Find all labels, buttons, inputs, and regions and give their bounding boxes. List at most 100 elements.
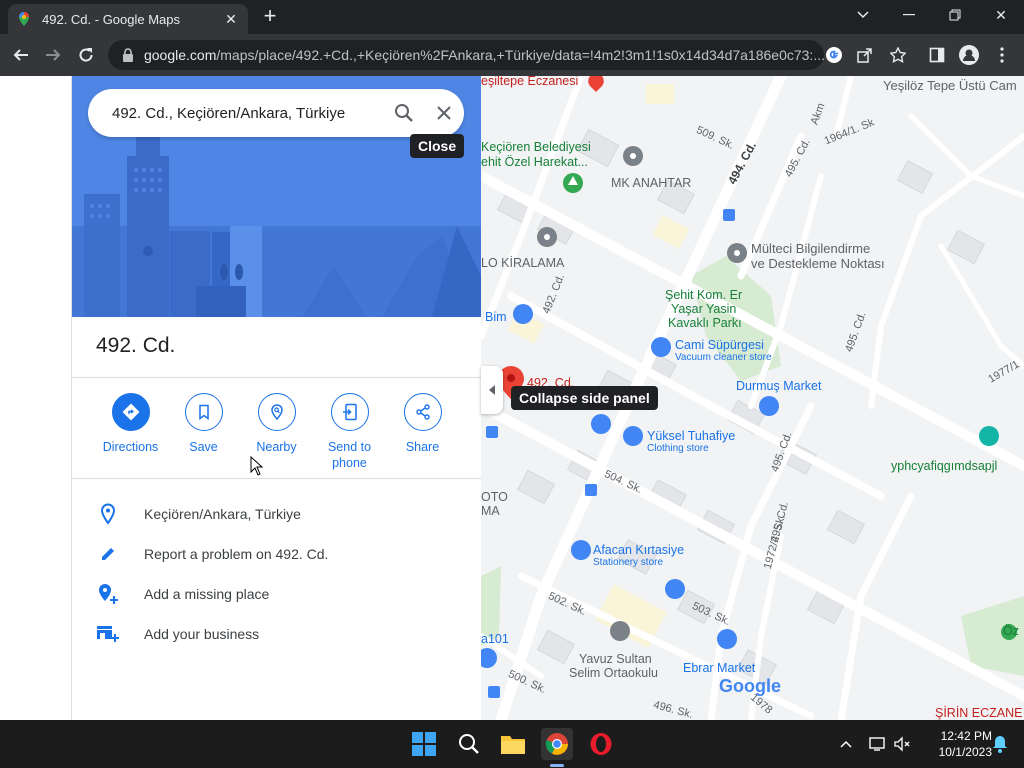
browser-toolbar: google.com/maps/place/492.+Cd.,+Keçiören… <box>0 34 1024 76</box>
active-app-indicator <box>550 764 564 767</box>
volume-muted-icon[interactable] <box>886 728 918 760</box>
mouse-cursor-icon <box>250 456 264 476</box>
google-logo: Google <box>719 676 781 696</box>
maps-left-rail <box>0 76 72 720</box>
browser-tab[interactable]: 492. Cd. - Google Maps ✕ <box>8 4 248 34</box>
opera-icon[interactable] <box>585 728 617 760</box>
map-label: yphcyafiqgımdsapjl <box>891 459 998 473</box>
reload-icon[interactable] <box>73 42 99 68</box>
tab-title: 492. Cd. - Google Maps <box>42 11 181 27</box>
restore-icon[interactable] <box>932 0 978 30</box>
directions-icon <box>111 393 150 431</box>
clock-time: 12:42 PM <box>940 729 992 743</box>
map-label: Selim Ortaokulu <box>569 666 658 680</box>
browser-titlebar: 492. Cd. - Google Maps ✕ + ✕ <box>0 0 1024 34</box>
share-icon <box>403 393 442 431</box>
add-business-icon <box>72 624 144 644</box>
location-pin-icon <box>72 503 144 525</box>
chrome-taskbar-icon[interactable] <box>541 728 573 760</box>
place-side-panel: 492. Cd., Keçiören/Ankara, Türkiye Close… <box>72 76 481 720</box>
place-title: 492. Cd. <box>96 334 176 357</box>
map-label: OTO <box>481 490 508 504</box>
directions-label: Directions <box>102 440 159 454</box>
share-label: Share <box>405 440 440 454</box>
map-label: Keçiören Belediyesi <box>481 140 591 154</box>
profile-avatar-icon[interactable] <box>957 43 981 67</box>
search-query-text[interactable]: 492. Cd., Keçiören/Ankara, Türkiye <box>112 105 384 122</box>
report-problem-row[interactable]: Report a problem on 492. Cd. <box>72 534 481 574</box>
map-label: Cami Süpürgesi <box>675 338 764 352</box>
close-icon[interactable] <box>424 105 464 121</box>
send-to-phone-label: Send to phone <box>327 440 372 470</box>
add-business-row[interactable]: Add your business <box>72 614 481 654</box>
map-label: Mülteci Bilgilendirme <box>751 241 871 256</box>
side-panel-icon[interactable] <box>925 43 949 67</box>
map-label: Yaşar Yasin <box>671 302 737 316</box>
notification-bell-icon[interactable] <box>984 728 1016 760</box>
bookmark-star-icon[interactable] <box>886 43 910 67</box>
save-button[interactable]: Save <box>167 393 240 471</box>
new-tab-icon[interactable]: + <box>258 5 282 28</box>
map-label: Afacan Kırtasiye <box>593 543 685 557</box>
lock-icon <box>122 48 133 62</box>
map-label: Stationery store <box>593 557 664 568</box>
map-label: Clothing store <box>647 443 709 454</box>
forward-icon[interactable] <box>40 42 66 68</box>
google-lens-icon[interactable] <box>822 43 846 67</box>
map-label: Yavuz Sultan <box>579 652 652 666</box>
map-label: MA <box>481 504 500 518</box>
windows-start-icon[interactable] <box>408 728 440 760</box>
close-window-icon[interactable]: ✕ <box>978 0 1024 30</box>
taskbar-clock[interactable]: 12:42 PM 10/1/2023 <box>920 728 992 760</box>
map-label: Yeşilöz Tepe Üstü Cam <box>883 78 1017 93</box>
edit-pencil-icon <box>72 546 144 562</box>
map-label: Durmuş Market <box>736 379 822 393</box>
add-missing-place-row[interactable]: Add a missing place <box>72 574 481 614</box>
map-label: Şehit Kom. Er <box>665 288 743 302</box>
share-page-icon[interactable] <box>853 43 877 67</box>
address-text: Keçiören/Ankara, Türkiye <box>144 506 301 522</box>
map-label: Bim <box>485 310 507 324</box>
map-label: eşiltepe Eczanesi <box>481 76 579 88</box>
send-to-phone-icon <box>330 393 369 431</box>
report-problem-text: Report a problem on 492. Cd. <box>144 546 329 562</box>
tab-close-icon[interactable]: ✕ <box>222 11 240 28</box>
nearby-icon <box>257 393 296 431</box>
nearby-label: Nearby <box>256 440 297 454</box>
map-label: a101 <box>481 632 509 646</box>
file-explorer-icon[interactable] <box>497 728 529 760</box>
caret-left-icon <box>489 385 495 395</box>
google-maps-favicon-icon <box>19 12 29 26</box>
windows-taskbar: 12:42 PM 10/1/2023 <box>0 720 1024 768</box>
search-icon[interactable] <box>384 103 424 123</box>
map-label: ehit Özel Harekat... <box>481 155 588 169</box>
chevron-up-icon[interactable] <box>830 728 862 760</box>
directions-button[interactable]: Directions <box>94 393 167 471</box>
divider <box>72 478 481 479</box>
map-label: ve Destekleme Noktası <box>751 256 885 271</box>
collapse-side-panel-button[interactable] <box>481 366 503 414</box>
map-label: Ebrar Market <box>683 661 756 675</box>
add-missing-place-text: Add a missing place <box>144 586 270 602</box>
tab-search-icon[interactable] <box>840 0 886 30</box>
menu-kebab-icon[interactable] <box>990 43 1014 67</box>
map-label: Kavaklı Parkı <box>668 316 742 330</box>
search-box[interactable]: 492. Cd., Keçiören/Ankara, Türkiye <box>88 89 464 137</box>
close-tooltip: Close <box>410 134 465 158</box>
map-label: Öz <box>1003 624 1019 638</box>
add-place-icon <box>72 583 144 605</box>
map-label: LO KİRALAMA <box>481 256 565 270</box>
collapse-tooltip: Collapse side panel <box>511 386 658 410</box>
bookmark-icon <box>184 393 223 431</box>
address-bar[interactable]: google.com/maps/place/492.+Cd.,+Keçiören… <box>108 40 824 70</box>
divider <box>72 377 481 378</box>
minimize-icon[interactable] <box>886 0 932 30</box>
send-to-phone-button[interactable]: Send to phone <box>313 393 386 471</box>
map-label: Vacuum cleaner store <box>675 352 772 363</box>
share-button[interactable]: Share <box>386 393 459 471</box>
map-label: ŞİRİN ECZANE <box>935 706 1023 720</box>
taskbar-search-icon[interactable] <box>453 728 485 760</box>
back-icon[interactable] <box>8 42 34 68</box>
clock-date: 10/1/2023 <box>938 745 992 759</box>
address-row[interactable]: Keçiören/Ankara, Türkiye <box>72 494 481 534</box>
